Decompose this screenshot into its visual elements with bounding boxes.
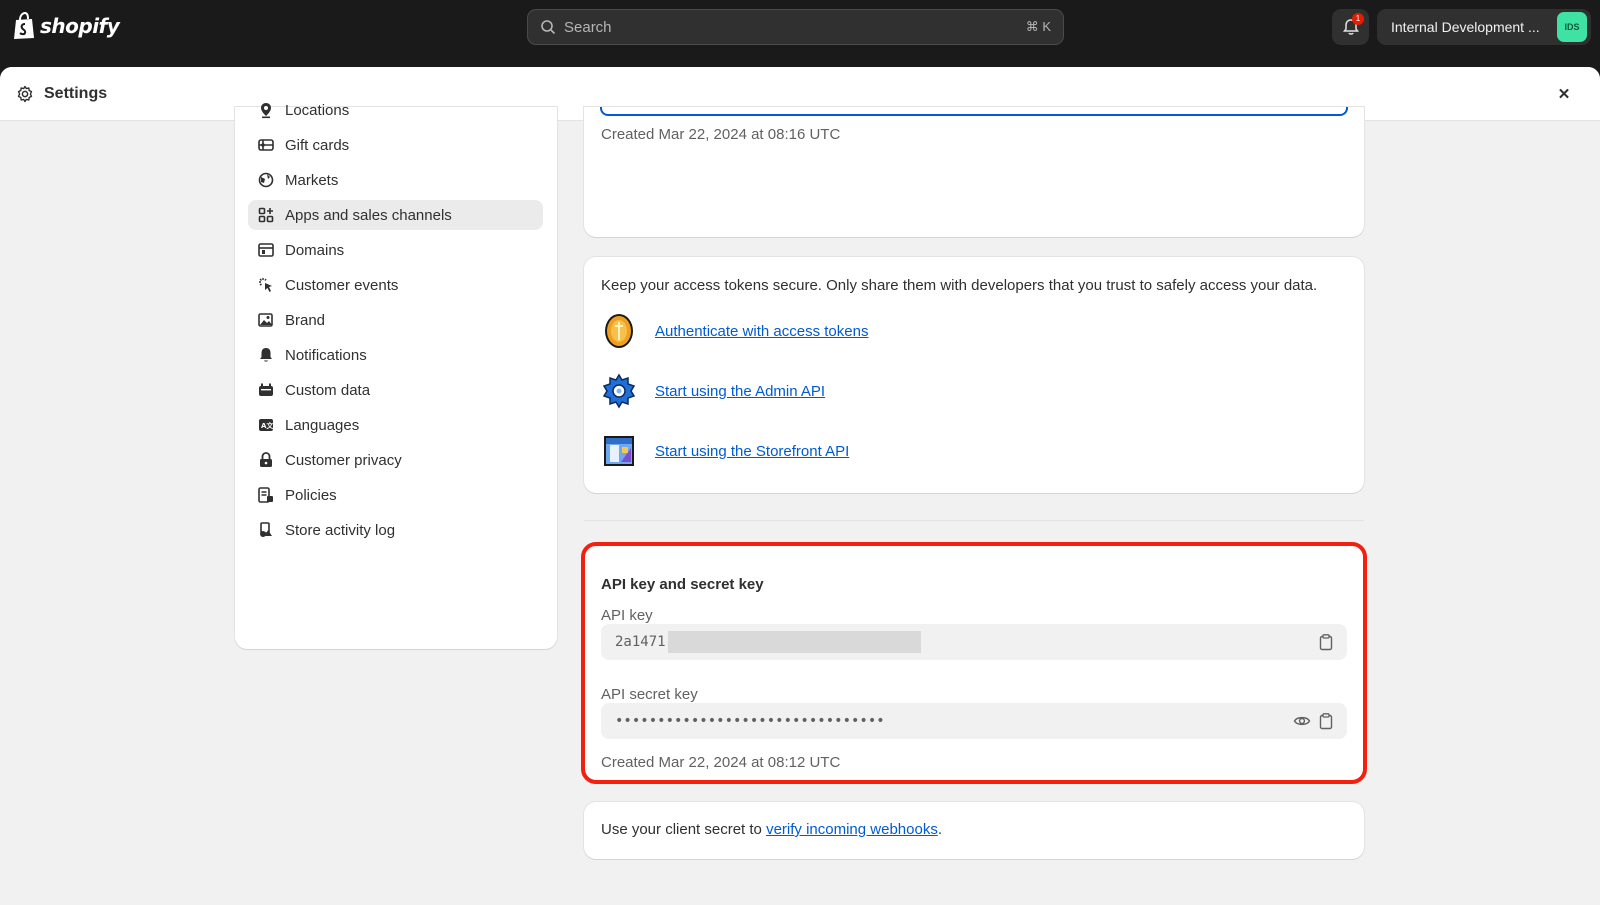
sidebar-item-label: Customer events xyxy=(285,276,399,294)
api-keys-heading: API key and secret key xyxy=(601,576,764,593)
webhook-prefix: Use your client secret to xyxy=(601,821,767,838)
close-button[interactable]: ✕ xyxy=(1552,82,1576,106)
api-keys-card: API key and secret key API key 2a1471 AP… xyxy=(581,542,1367,784)
cursor-click-icon xyxy=(256,275,276,295)
activity-log-icon xyxy=(256,520,276,540)
sidebar-item-label: Policies xyxy=(285,486,337,504)
link-row-storefront-api: Start using the Storefront API xyxy=(601,433,849,469)
notification-badge: 1 xyxy=(1352,13,1364,25)
admin-api-link[interactable]: Start using the Admin API xyxy=(655,383,825,400)
verify-webhooks-link[interactable]: verify incoming webhooks xyxy=(766,821,938,838)
sidebar-item-label: Locations xyxy=(285,101,350,119)
redaction-mask xyxy=(667,631,921,653)
top-bar: shopify Search ⌘ K 1 Internal Developmen… xyxy=(0,0,1600,58)
sidebar-item-brand[interactable]: Brand xyxy=(248,305,543,335)
storefront-api-link[interactable]: Start using the Storefront API xyxy=(655,443,849,460)
store-name: Internal Development ... xyxy=(1391,19,1540,35)
sidebar-item-label: Gift cards xyxy=(285,136,350,154)
webhooks-card: Use your client secret to verify incomin… xyxy=(584,802,1364,859)
bell-icon xyxy=(256,345,276,365)
sidebar-item-markets[interactable]: Markets xyxy=(248,165,543,195)
modal-title: Settings xyxy=(44,84,108,102)
api-key-value: 2a1471 xyxy=(615,634,666,650)
sidebar-item-label: Markets xyxy=(285,171,339,189)
sidebar-item-gift-cards[interactable]: Gift cards xyxy=(248,130,543,160)
settings-nav: Locations Gift cards Markets Apps and sales… xyxy=(248,95,543,550)
eye-icon[interactable] xyxy=(1293,712,1311,730)
brand-image-icon xyxy=(256,310,276,330)
sidebar-item-customer-events[interactable]: Customer events xyxy=(248,270,543,300)
gear-icon xyxy=(17,85,33,102)
apps-icon xyxy=(256,205,276,225)
secret-key-tools xyxy=(1293,712,1335,730)
authenticate-link[interactable]: Authenticate with access tokens xyxy=(655,323,868,340)
api-key-label: API key xyxy=(601,607,653,624)
sidebar-item-label: Brand xyxy=(285,311,326,329)
sidebar-item-notifications[interactable]: Notifications xyxy=(248,340,543,370)
link-row-authenticate: Authenticate with access tokens xyxy=(601,313,868,349)
search-bar[interactable]: Search ⌘ K xyxy=(527,9,1064,45)
sidebar-item-label: Store activity log xyxy=(285,521,396,539)
search-placeholder: Search xyxy=(564,18,612,36)
sidebar-item-locations[interactable]: Locations xyxy=(248,95,543,125)
sidebar-item-customer-privacy[interactable]: Customer privacy xyxy=(248,445,543,475)
notifications-button[interactable]: 1 xyxy=(1332,9,1369,45)
focused-input-edge[interactable] xyxy=(600,107,1348,116)
shopify-logo[interactable]: shopify xyxy=(12,12,120,40)
sidebar-item-label: Notifications xyxy=(285,346,367,364)
location-pin-icon xyxy=(256,100,276,120)
api-key-field[interactable]: 2a1471 xyxy=(601,624,1347,660)
settings-modal: Settings ✕ Locations Gift cards Markets App… xyxy=(0,67,1600,905)
access-tokens-card: Keep your access tokens secure. Only sha… xyxy=(584,257,1364,493)
domain-icon xyxy=(256,240,276,260)
avatar: IDS xyxy=(1557,12,1587,42)
sidebar-item-store-activity-log[interactable]: Store activity log xyxy=(248,515,543,545)
token-card: Created Mar 22, 2024 at 08:16 UTC xyxy=(584,107,1364,237)
sidebar-item-policies[interactable]: Policies xyxy=(248,480,543,510)
secret-key-label: API secret key xyxy=(601,686,698,703)
tokens-intro-text: Keep your access tokens secure. Only sha… xyxy=(601,277,1318,294)
token-created-text: Created Mar 22, 2024 at 08:16 UTC xyxy=(601,126,841,143)
lock-icon xyxy=(256,450,276,470)
logo-wordmark: shopify xyxy=(40,14,120,38)
policy-list-icon xyxy=(256,485,276,505)
storefront-pixel-icon xyxy=(604,436,634,466)
coin-icon xyxy=(605,314,633,348)
gear-pixel-icon xyxy=(602,373,636,409)
language-icon: A文 xyxy=(256,415,276,435)
custom-data-icon xyxy=(256,380,276,400)
svg-text:A文: A文 xyxy=(261,421,274,430)
copy-secret-key-icon[interactable] xyxy=(1317,712,1335,730)
sidebar-item-label: Apps and sales channels xyxy=(285,206,452,224)
webhook-suffix: . xyxy=(937,821,942,838)
search-icon xyxy=(541,20,556,35)
sidebar-item-label: Customer privacy xyxy=(285,451,402,469)
secret-key-value: •••••••••••••••••••••••••••••••• xyxy=(615,713,885,729)
close-icon: ✕ xyxy=(1557,86,1571,103)
shopify-bag-icon xyxy=(14,12,34,39)
sidebar-item-domains[interactable]: Domains xyxy=(248,235,543,265)
sidebar-item-label: Custom data xyxy=(285,381,371,399)
gift-card-icon xyxy=(256,135,276,155)
settings-sidebar: Locations Gift cards Markets Apps and sales… xyxy=(235,102,557,649)
globe-icon xyxy=(256,170,276,190)
section-divider xyxy=(584,520,1364,521)
search-shortcut: ⌘ K xyxy=(1025,19,1051,34)
copy-api-key-icon[interactable] xyxy=(1317,633,1335,651)
api-key-value-wrap: 2a1471 xyxy=(615,631,1317,653)
api-key-tools xyxy=(1317,633,1335,651)
api-key-created-text: Created Mar 22, 2024 at 08:12 UTC xyxy=(601,754,841,771)
sidebar-item-custom-data[interactable]: Custom data xyxy=(248,375,543,405)
link-row-admin-api: Start using the Admin API xyxy=(601,373,825,409)
secret-key-field[interactable]: •••••••••••••••••••••••••••••••• xyxy=(601,703,1347,739)
webhook-text: Use your client secret to verify incomin… xyxy=(601,821,942,838)
sidebar-item-languages[interactable]: A文 Languages xyxy=(248,410,543,440)
sidebar-item-label: Languages xyxy=(285,416,360,434)
store-menu-button[interactable]: Internal Development ... IDS xyxy=(1377,9,1591,45)
sidebar-item-apps-and-sales-channels[interactable]: Apps and sales channels xyxy=(248,200,543,230)
sidebar-item-label: Domains xyxy=(285,241,345,259)
